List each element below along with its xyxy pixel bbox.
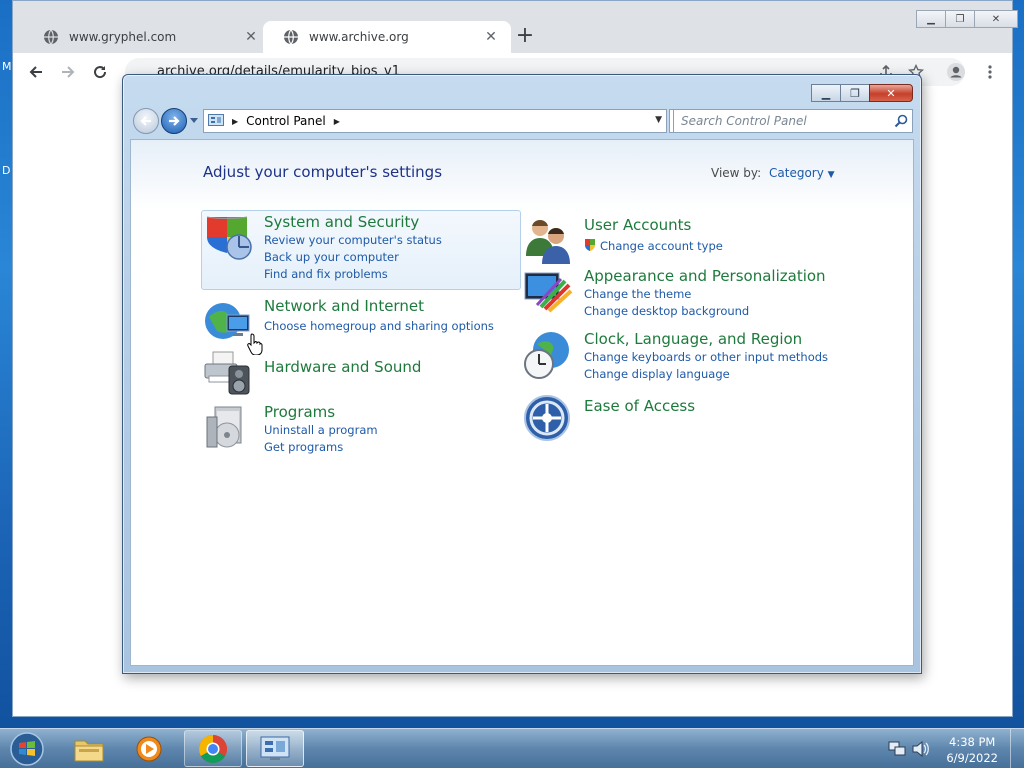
view-by-value: Category (769, 166, 824, 180)
cp-address-bar[interactable]: ▶ Control Panel ▶ ▼ (203, 109, 667, 133)
cp-window-controls: ▁ ❐ ✕ (811, 84, 913, 102)
search-placeholder: Search Control Panel (681, 114, 807, 128)
control-panel-icon (208, 114, 224, 126)
ease-of-access-icon (524, 395, 570, 441)
programs-icon (206, 406, 242, 448)
category-title[interactable]: System and Security (264, 213, 419, 231)
close-button[interactable]: ✕ (974, 10, 1018, 28)
breadcrumb-separator[interactable]: ▶ (334, 117, 340, 126)
hand-cursor-icon (247, 333, 263, 355)
uac-shield-icon (585, 239, 595, 251)
reload-icon (94, 66, 107, 79)
reload-button[interactable] (89, 61, 111, 83)
taskbar-control-panel[interactable] (246, 730, 304, 767)
cp-minimize-button[interactable]: ▁ (811, 84, 841, 102)
link-change-display-language[interactable]: Change display language (584, 367, 730, 381)
profile-button[interactable] (945, 61, 967, 83)
cp-content-area: Adjust your computer's settings View by:… (130, 139, 914, 666)
breadcrumb-control-panel[interactable]: Control Panel (246, 114, 326, 128)
taskbar-explorer[interactable] (60, 730, 118, 767)
link-get-programs[interactable]: Get programs (264, 440, 343, 454)
chrome-icon (199, 734, 227, 763)
tab-title: www.archive.org (309, 30, 409, 44)
taskbar-media-player[interactable] (120, 730, 178, 767)
link-change-background[interactable]: Change desktop background (584, 304, 749, 318)
view-by-dropdown[interactable]: Category ▼ (769, 166, 835, 180)
clock-date: 6/9/2022 (946, 751, 998, 765)
page-title: Adjust your computer's settings (203, 163, 443, 181)
new-tab-button[interactable]: + (513, 25, 537, 49)
folder-icon (74, 740, 104, 761)
network-tray-icon[interactable] (888, 741, 906, 757)
clock-time: 4:38 PM (949, 735, 996, 749)
appearance-icon (524, 272, 573, 313)
tab-gryphel[interactable]: www.gryphel.com ✕ (23, 21, 271, 53)
link-homegroup-sharing[interactable]: Choose homegroup and sharing options (264, 319, 494, 333)
category-title[interactable]: Ease of Access (584, 397, 695, 415)
category-title[interactable]: Programs (264, 403, 335, 421)
clock-globe-icon (524, 332, 569, 379)
taskbar: 4:38 PM 6/9/2022 (0, 728, 1024, 768)
link-change-account-type[interactable]: Change account type (600, 239, 723, 253)
more-menu-button[interactable] (979, 61, 1001, 83)
desktop-icon-fragment: M (2, 60, 12, 73)
system-tray: 4:38 PM 6/9/2022 (874, 729, 1024, 768)
category-title[interactable]: Network and Internet (264, 297, 424, 315)
chrome-window-controls: ▁ ❐ ✕ (916, 10, 1018, 28)
link-change-theme[interactable]: Change the theme (584, 287, 691, 301)
globe-icon (284, 29, 298, 45)
view-by-label: View by: (711, 166, 762, 180)
tab-close-icon[interactable]: ✕ (243, 29, 259, 45)
profile-icon (947, 63, 965, 81)
network-icon (205, 303, 250, 339)
address-dropdown-icon[interactable]: ▼ (655, 115, 662, 125)
category-title[interactable]: Hardware and Sound (264, 358, 421, 376)
link-uninstall-program[interactable]: Uninstall a program (264, 423, 378, 437)
maximize-button[interactable]: ❐ (945, 10, 975, 28)
tab-close-icon[interactable]: ✕ (483, 29, 499, 45)
users-icon (526, 220, 570, 264)
cp-forward-button[interactable] (161, 108, 187, 134)
back-arrow-icon (140, 116, 151, 126)
cp-navigation-bar: ▶ Control Panel ▶ ▼ Search Control Panel (131, 107, 915, 135)
more-icon (988, 65, 992, 79)
media-player-icon (136, 736, 162, 761)
category-title[interactable]: User Accounts (584, 216, 691, 234)
taskbar-chrome[interactable] (184, 730, 242, 767)
printer-icon (204, 351, 250, 395)
link-review-status[interactable]: Review your computer's status (264, 233, 442, 247)
desktop-icon-fragment-2: D (2, 164, 11, 177)
link-back-up[interactable]: Back up your computer (264, 250, 399, 264)
category-title[interactable]: Clock, Language, and Region (584, 330, 802, 348)
category-title[interactable]: Appearance and Personalization (584, 267, 826, 285)
tab-title: www.gryphel.com (69, 30, 177, 44)
windows-start-icon[interactable] (8, 731, 46, 767)
forward-arrow-icon (62, 66, 75, 78)
cp-close-button[interactable]: ✕ (869, 84, 913, 102)
control-panel-icon (260, 736, 290, 760)
cp-back-button[interactable] (133, 108, 159, 134)
taskbar-clock[interactable]: 4:38 PM 6/9/2022 (946, 734, 998, 766)
tab-strip: www.gryphel.com ✕ www.archive.org ✕ + ▁ … (13, 1, 1018, 53)
link-find-fix-problems[interactable]: Find and fix problems (264, 267, 388, 281)
show-desktop-button[interactable] (1010, 729, 1024, 768)
minimize-button[interactable]: ▁ (916, 10, 946, 28)
control-panel-window: ▁ ❐ ✕ ▶ Control Panel ▶ ▼ Search Control… (122, 74, 922, 674)
recent-pages-icon[interactable] (189, 115, 199, 125)
breadcrumb-separator[interactable]: ▶ (232, 117, 238, 126)
back-arrow-icon (29, 66, 42, 78)
cp-maximize-button[interactable]: ❐ (840, 84, 870, 102)
globe-icon (44, 29, 58, 45)
chevron-down-icon: ▼ (827, 170, 835, 180)
shield-icon (206, 216, 252, 260)
search-icon[interactable] (894, 114, 908, 128)
forward-arrow-icon (169, 116, 180, 126)
cp-search-input[interactable]: Search Control Panel (673, 109, 913, 133)
link-change-keyboards[interactable]: Change keyboards or other input methods (584, 350, 828, 364)
back-button[interactable] (25, 61, 47, 83)
forward-button[interactable] (57, 61, 79, 83)
volume-icon[interactable] (912, 741, 930, 757)
tab-archive[interactable]: www.archive.org ✕ (263, 21, 511, 53)
